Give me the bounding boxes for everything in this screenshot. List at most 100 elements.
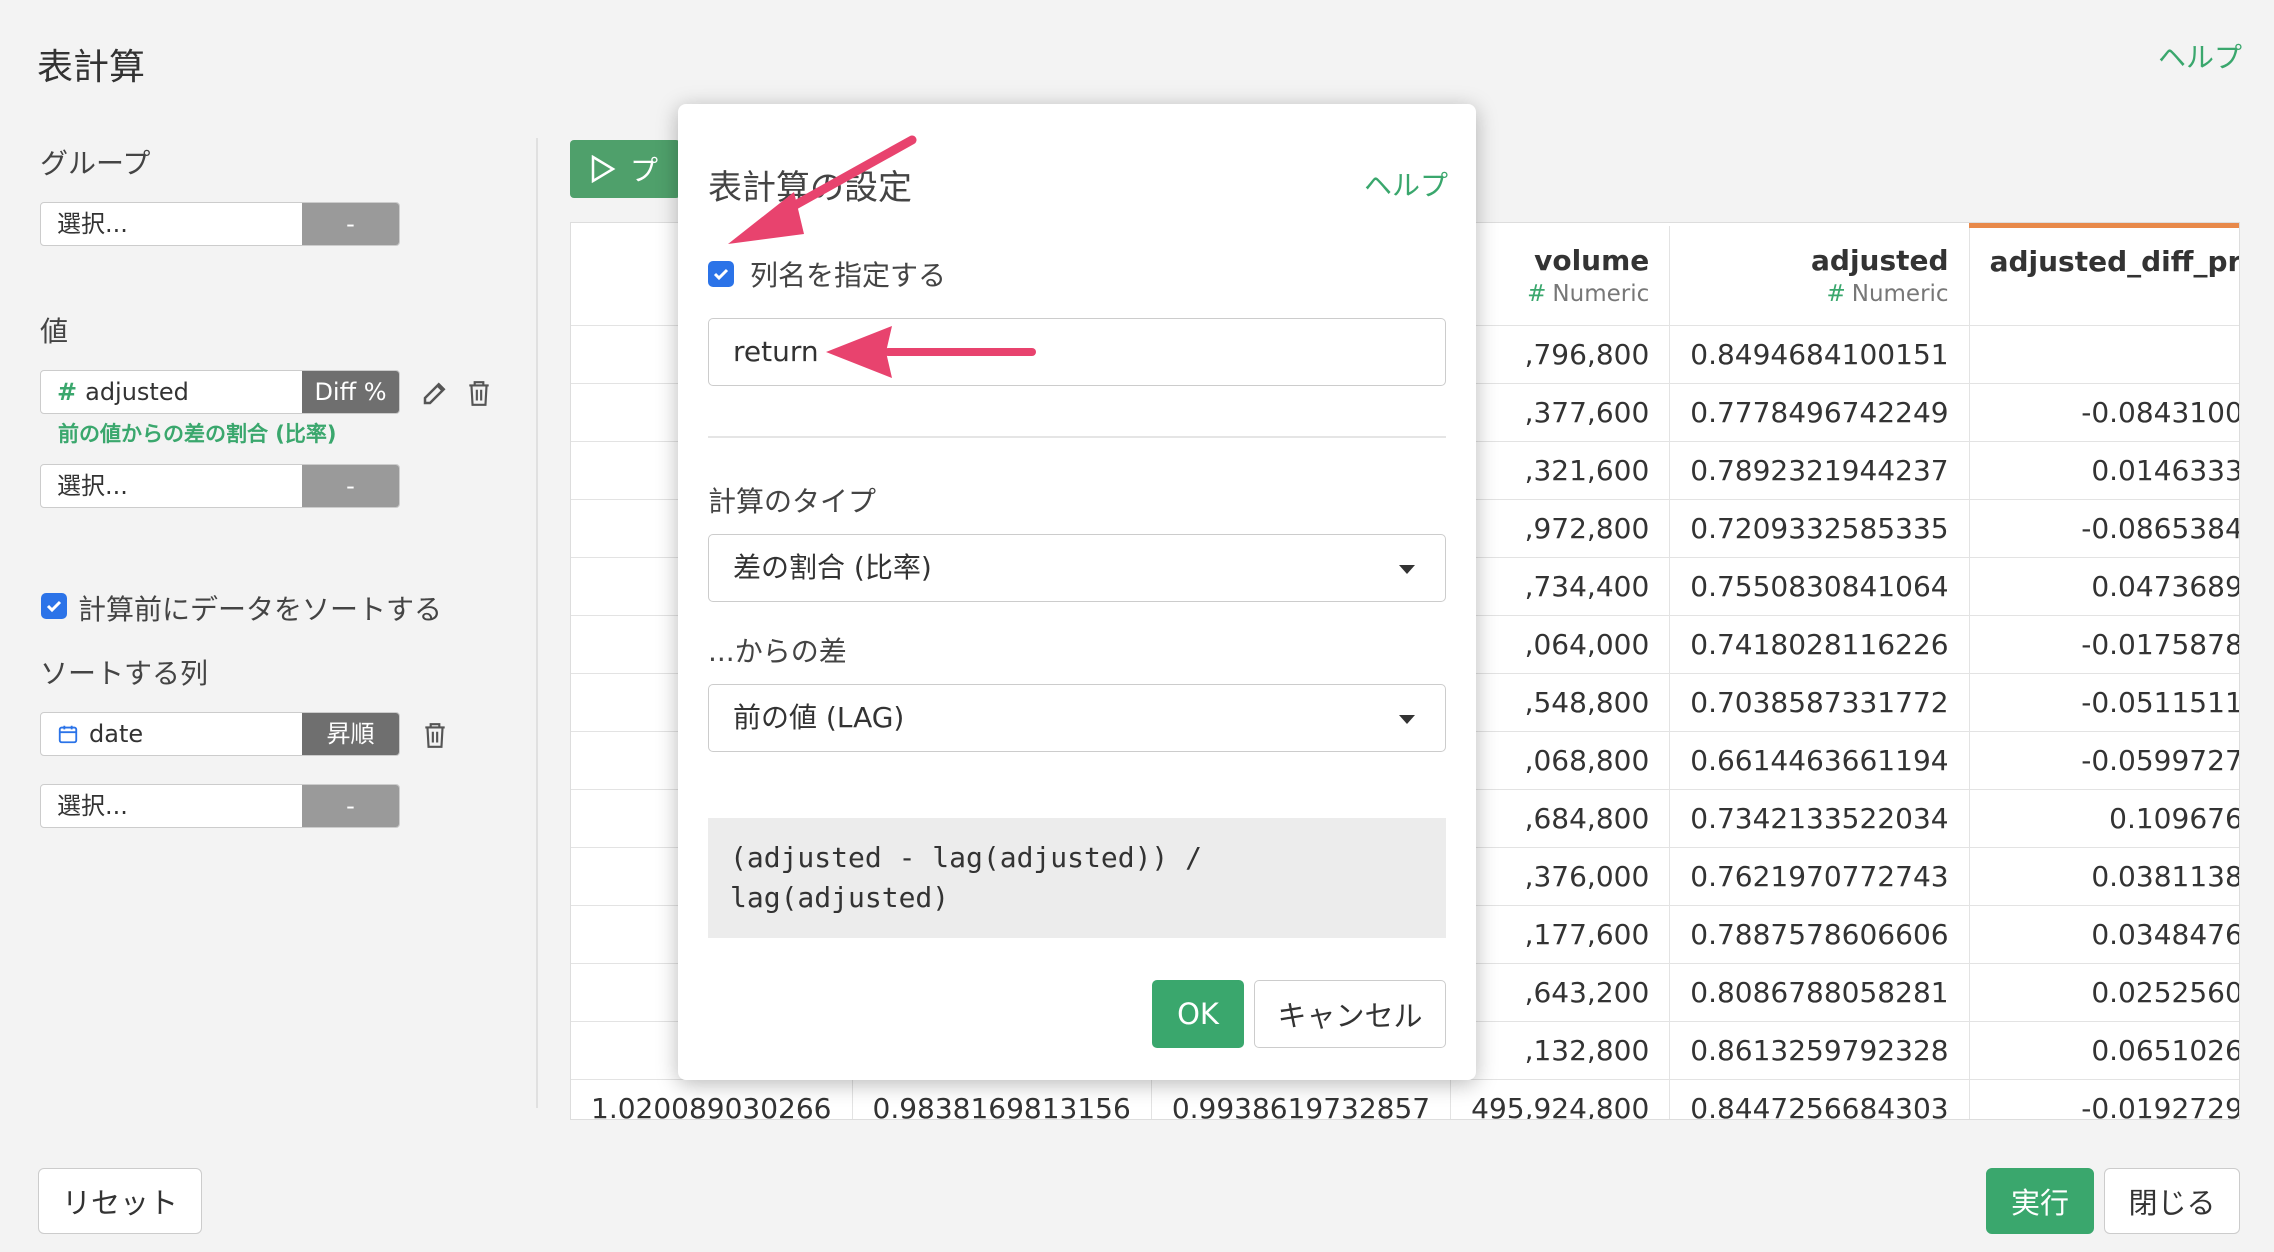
cancel-button[interactable]: キャンセル [1254, 980, 1446, 1048]
table-cell: ,377,600 [1450, 383, 1671, 442]
dialog-divider [708, 436, 1446, 438]
table-cell: 0.6614463661194 [1669, 731, 1970, 790]
table-cell: ,643,200 [1450, 963, 1671, 1022]
trash-icon[interactable] [462, 376, 496, 410]
sort-select-placeholder: 選択... [57, 792, 128, 820]
table-cell: <NA> [1969, 325, 2239, 384]
table-cell: 1.020089030266 [571, 1079, 853, 1119]
diff-percent-button[interactable]: Diff % [302, 371, 399, 413]
col-header-volume[interactable]: volume # Numeric [1450, 225, 1671, 326]
check-icon [46, 600, 62, 613]
close-button[interactable]: 閉じる [2104, 1168, 2240, 1234]
value-item[interactable]: # adjusted Diff % [40, 370, 400, 414]
group-select-button[interactable]: - [302, 203, 399, 245]
run-button[interactable]: 実行 [1986, 1168, 2094, 1234]
table-cell: 0.7550830841064 [1669, 557, 1970, 616]
formula-preview: (adjusted - lag(adjusted)) / lag(adjuste… [708, 818, 1446, 938]
table-cell: ,796,800 [1450, 325, 1671, 384]
table-row: 1.020089030266 0.9838169813156 0.993861973… [571, 1079, 2239, 1119]
calc-type-label: 計算のタイプ [708, 485, 877, 518]
table-cell: 0.1096763918006 [1969, 789, 2239, 848]
ascending-button[interactable]: 昇順 [302, 713, 399, 755]
preview-button[interactable]: プ [570, 140, 680, 198]
table-cell: 0.7418028116226 [1669, 615, 1970, 674]
column-name-input[interactable]: return [708, 318, 1446, 386]
calc-type-value: 差の割合 (比率) [733, 551, 932, 584]
check-icon [713, 268, 729, 281]
table-cell: 0.8086788058281 [1669, 963, 1970, 1022]
table-cell: 0.7892321944237 [1669, 441, 1970, 500]
table-cell: ,734,400 [1450, 557, 1671, 616]
preview-label: プ [630, 154, 659, 187]
group-label: グループ [40, 147, 151, 180]
sort-select-button[interactable]: - [302, 785, 399, 827]
table-cell: 0.9938619732857 [1151, 1079, 1452, 1119]
sort-select[interactable]: 選択... - [40, 784, 400, 828]
table-cell: ,972,800 [1450, 499, 1671, 558]
col-header-adjusted-diff-prev-ratio[interactable]: adjusted_diff_prev_ratio #Numeric [1969, 223, 2240, 326]
table-cell: 0.03484765840511 [1969, 905, 2239, 964]
table-cell: ,548,800 [1450, 673, 1671, 732]
sort-trash-icon[interactable] [418, 718, 452, 752]
reset-button[interactable]: リセット [38, 1168, 202, 1234]
sort-item[interactable]: date 昇順 [40, 712, 400, 756]
header-name: adjusted_diff_prev_ratio [1989, 245, 2240, 278]
table-cell: ,132,800 [1450, 1021, 1671, 1080]
diff-from-select[interactable]: 前の値 (LAG) [708, 684, 1446, 752]
table-cell: ,068,800 [1450, 731, 1671, 790]
group-select-placeholder: 選択... [57, 210, 128, 238]
table-cell: 0.7038587331772 [1669, 673, 1970, 732]
value-column-name: adjusted [85, 378, 189, 406]
table-cell: 0.7887578606606 [1669, 905, 1970, 964]
table-cell: 0.02525609716378 [1969, 963, 2239, 1022]
numeric-hash-icon: # [57, 378, 78, 406]
specify-column-name-option[interactable]: 列名を指定する [708, 254, 946, 294]
table-cell: 0.9838169813156 [852, 1079, 1152, 1119]
table-cell: -0.05997278298623 [1969, 731, 2239, 790]
value-select-placeholder: 選択... [57, 472, 128, 500]
calc-type-select[interactable]: 差の割合 (比率) [708, 534, 1446, 602]
value-select-button[interactable]: - [302, 465, 399, 507]
table-cell: ,321,600 [1450, 441, 1671, 500]
calendar-icon [58, 725, 78, 744]
table-cell: 0.7778496742249 [1669, 383, 1970, 442]
caret-down-icon [1399, 565, 1415, 574]
table-cell: 0.8494684100151 [1669, 325, 1970, 384]
value-calc-description: 前の値からの差の割合 (比率) [58, 422, 337, 446]
sort-before-label: 計算前にデータをソートする [78, 593, 443, 626]
table-cell: 0.01463331614835 [1969, 441, 2239, 500]
diff-from-label: ...からの差 [708, 635, 847, 668]
help-link[interactable]: ヘルプ [2158, 36, 2242, 76]
value-select[interactable]: 選択... - [40, 464, 400, 508]
sort-column-label: ソートする列 [40, 657, 209, 690]
table-cell: -0.08653845645523 [1969, 499, 2239, 558]
page-title: 表計算 [37, 47, 146, 88]
table-cell: -0.01927297121265 [1969, 1079, 2239, 1119]
table-cell: 0.8447256684303 [1669, 1079, 1970, 1119]
sort-before-checkbox[interactable] [41, 593, 67, 619]
ok-button[interactable]: OK [1152, 980, 1244, 1048]
diff-from-value: 前の値 (LAG) [733, 701, 905, 734]
panel-divider [536, 138, 538, 1108]
dialog-help-link[interactable]: ヘルプ [1364, 164, 1448, 204]
caret-down-icon [1399, 715, 1415, 724]
header-type: #Numeric [1990, 282, 2239, 308]
specify-column-name-label: 列名を指定する [750, 259, 947, 292]
header-type: #Numeric [1826, 280, 1949, 307]
value-item-text: # adjusted [41, 371, 302, 413]
table-cell: 495,924,800 [1450, 1079, 1671, 1119]
sort-column-name: date [89, 720, 144, 748]
header-name: adjusted [1811, 243, 1949, 277]
col-header-adjusted[interactable]: adjusted # Numeric [1669, 225, 1970, 326]
table-cell: ,376,000 [1450, 847, 1671, 906]
table-cell: 0.7209332585335 [1669, 499, 1970, 558]
specify-column-name-checkbox[interactable] [708, 261, 734, 287]
dialog-title: 表計算の設定 [708, 168, 912, 208]
edit-icon[interactable] [418, 376, 452, 410]
group-select[interactable]: 選択... - [40, 202, 400, 246]
table-cell: -0.08431006373619 [1969, 383, 2239, 442]
header-type: #Numeric [1527, 280, 1650, 307]
table-cell: 0.03811388745107 [1969, 847, 2239, 906]
table-cell: 0.06510269964449 [1969, 1021, 2239, 1080]
table-cell: 0.7621970772743 [1669, 847, 1970, 906]
